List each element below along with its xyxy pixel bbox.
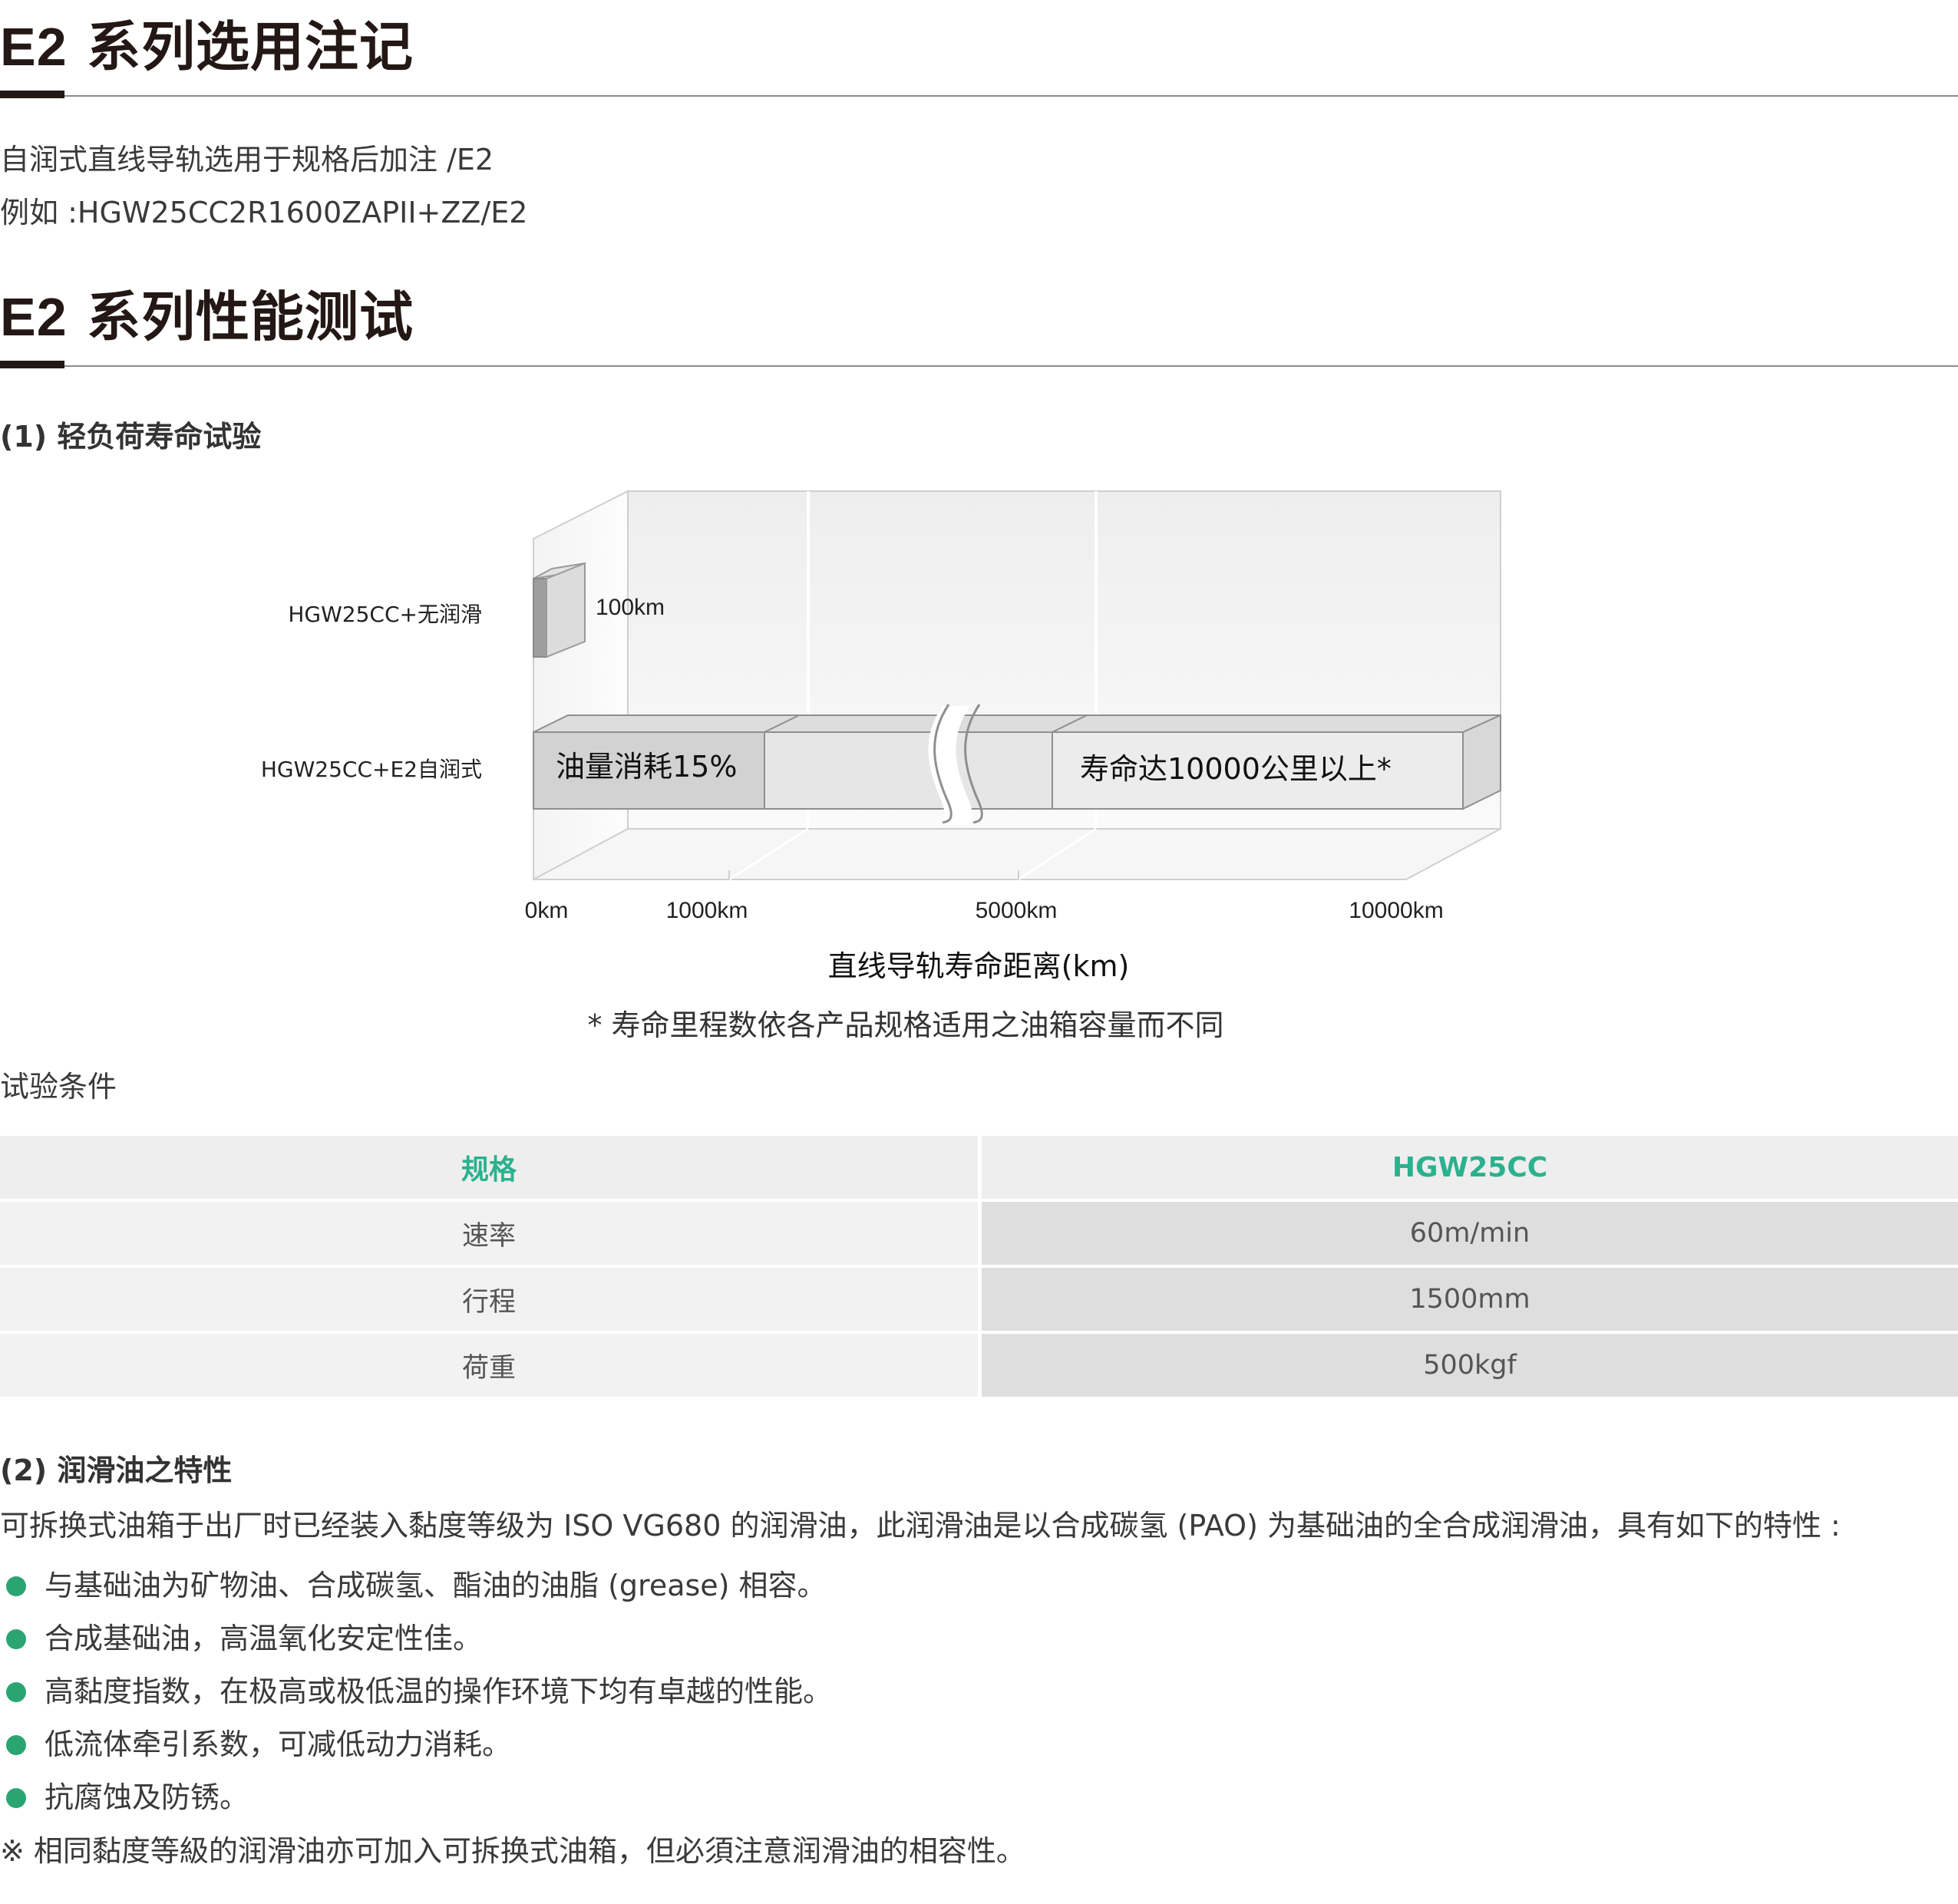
- section-divider-accent: [0, 91, 64, 98]
- xtick-label: 0km: [525, 898, 569, 923]
- table-row: 速率 60m/min: [0, 1202, 1958, 1268]
- chart-footnote: * 寿命里程数依各产品规格适用之油箱容量而不同: [587, 1008, 1223, 1042]
- x-axis-title: 直线导轨寿命距离(km): [828, 949, 1130, 983]
- category-label: HGW25CC+无润滑: [288, 602, 482, 627]
- bar-segment-mid: [764, 731, 1053, 810]
- xtick-label: 5000km: [976, 898, 1058, 923]
- section-divider: [0, 95, 1958, 97]
- segment-label: 寿命达10000公里以上*: [1080, 752, 1392, 786]
- xtick-label: 10000km: [1349, 898, 1443, 923]
- value-label: 100km: [596, 595, 665, 620]
- table-cell: 1500mm: [982, 1268, 1958, 1334]
- chart-floor: [533, 828, 1501, 880]
- table-cell: 500kgf: [982, 1334, 1958, 1400]
- table-cell: 60m/min: [982, 1202, 1958, 1268]
- section-divider: [0, 365, 1958, 367]
- bar-no-lubrication: [533, 562, 586, 658]
- bullet-dot-icon: [6, 1628, 26, 1649]
- lubricant-intro: 可拆换式油箱于出厂时已经装入黏度等级为 ISO VG680 的润滑油，此润滑油是…: [0, 1509, 1841, 1543]
- test-conditions-table: 规格 HGW25CC 速率 60m/min 行程 1500mm 荷重 500kg…: [0, 1136, 1958, 1400]
- selection-note-line: 自润式直线导轨选用于规格后加注 /E2: [0, 143, 494, 177]
- bullet-dot-icon: [6, 1576, 26, 1596]
- list-item: 抗腐蚀及防锈。: [0, 1774, 249, 1816]
- table-header-cell: 规格: [0, 1136, 982, 1202]
- table-cell: 荷重: [0, 1334, 982, 1400]
- bullet-dot-icon: [6, 1787, 26, 1808]
- bar-front: [533, 578, 547, 658]
- table-cell: 行程: [0, 1268, 982, 1334]
- selection-example-line: 例如 :HGW25CC2R1600ZAPII+ZZ/E2: [0, 196, 528, 229]
- category-label: HGW25CC+E2自润式: [261, 757, 482, 782]
- table-row: 荷重 500kgf: [0, 1334, 1958, 1400]
- test1-title: (1) 轻负荷寿命试验: [0, 420, 262, 454]
- segment-label: 油量消耗15%: [556, 750, 737, 784]
- table-header-cell: HGW25CC: [982, 1136, 1958, 1202]
- life-test-chart: HGW25CC+无润滑 HGW25CC+E2自润式 100km 油量消耗15% …: [261, 490, 1501, 1042]
- section-title-performance-test: E2 系列性能测试: [0, 285, 414, 348]
- bullet-dot-icon: [6, 1681, 26, 1702]
- chart-side-wall: [533, 490, 629, 881]
- list-item: 与基础油为矿物油、合成碳氢、酯油的油脂 (grease) 相容。: [0, 1562, 827, 1604]
- compatibility-footnote: ※ 相同黏度等級的润滑油亦可加入可拆换式油箱，但必須注意润滑油的相容性。: [0, 1834, 1025, 1868]
- xtick-label: 1000km: [666, 898, 748, 923]
- bar-top: [533, 714, 1501, 733]
- table-header-row: 规格 HGW25CC: [0, 1136, 1958, 1202]
- bar-side: [546, 562, 586, 658]
- list-item: 高黏度指数，在极高或极低温的操作环境下均有卓越的性能。: [0, 1668, 832, 1710]
- section-divider-accent: [0, 361, 64, 368]
- table-cell: 速率: [0, 1202, 982, 1268]
- section-title-selection-note: E2 系列选用注记: [0, 15, 414, 78]
- test2-title: (2) 润滑油之特性: [0, 1454, 233, 1487]
- test-conditions-label: 试验条件: [0, 1070, 117, 1104]
- list-item: 合成基础油，高温氧化安定性佳。: [0, 1615, 482, 1657]
- list-item: 低流体牵引系数，可减低动力消耗。: [0, 1721, 511, 1763]
- bullet-dot-icon: [6, 1734, 26, 1755]
- table-row: 行程 1500mm: [0, 1268, 1958, 1334]
